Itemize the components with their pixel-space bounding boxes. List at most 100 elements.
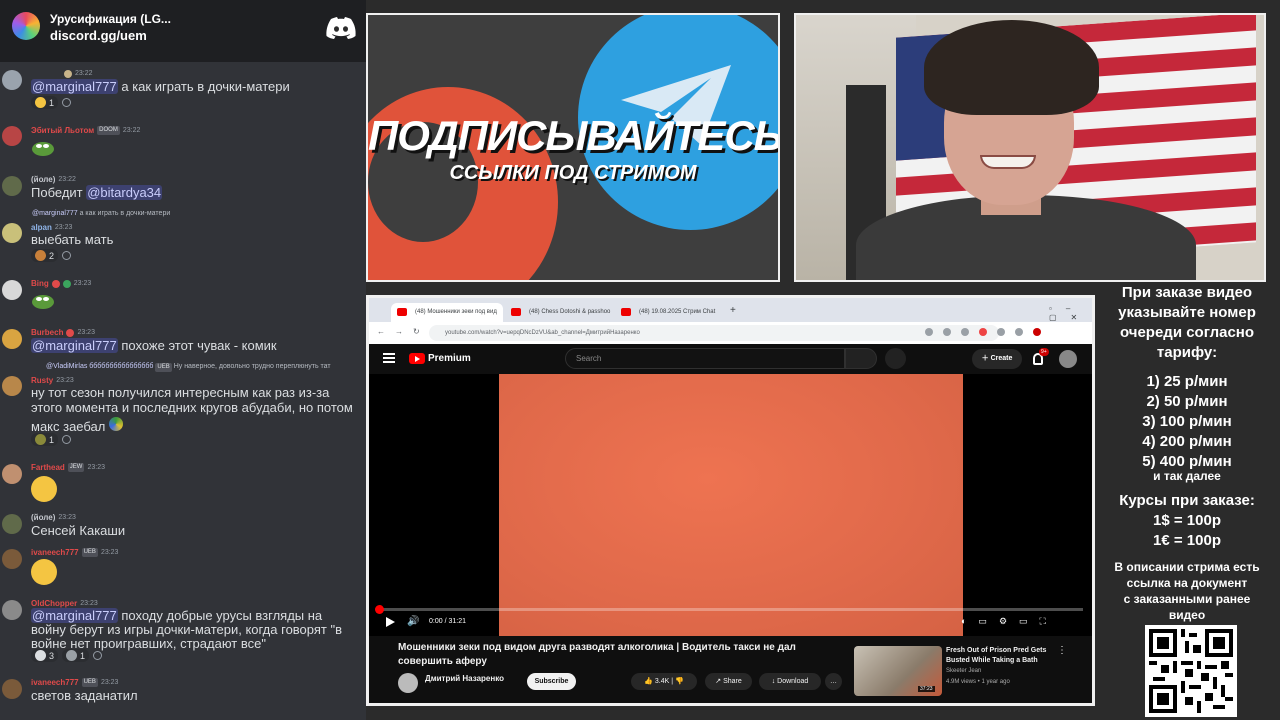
browser-window: (48) Мошенники зеки под вид (48) Chess D… [366,295,1095,706]
notification-count-badge: 9+ [1039,348,1049,356]
username[interactable]: Burbech [31,327,63,338]
message-meta: Farthead JEW 23:23 [31,462,105,473]
timestamp: 23:23 [58,514,76,521]
user-mention[interactable]: @bitardya34 [86,185,163,200]
player-controls-right[interactable]: ◐▭⚙▭⛶ [961,616,1058,627]
extension-icons[interactable] [925,328,1041,336]
user-avatar[interactable] [2,679,22,699]
user-avatar[interactable] [2,600,22,620]
share-button[interactable]: ↗ Share [705,673,752,690]
address-bar[interactable]: youtube.com/watch?v=uepqDNcDzVU&ab_chann… [429,325,999,341]
reaction[interactable]: 1 [31,433,59,446]
account-avatar[interactable] [1059,350,1077,368]
reply-preview[interactable]: @VladiMirlas бббббббббббббббб UEB Ну нав… [46,362,364,372]
add-reaction-icon[interactable] [62,251,72,260]
channel-avatar[interactable] [398,673,418,693]
nav-buttons[interactable]: ←→↻ [377,327,430,336]
user-avatar[interactable] [2,176,22,196]
user-avatar[interactable] [2,329,22,349]
youtube-favicon-icon [621,308,631,316]
role-icon [66,328,75,337]
recommended-video-channel[interactable]: Skeeter Jean [946,668,981,674]
create-button[interactable]: ＋ Create [972,349,1022,369]
username[interactable]: Farthead [31,462,65,473]
browser-tab[interactable]: (48) Chess Dotoshi & passhoo [505,303,613,322]
microphone-icon[interactable] [885,348,906,369]
reaction[interactable]: 2 [31,249,59,262]
more-actions-button[interactable]: … [825,673,842,690]
username[interactable]: (йоле) [31,512,55,523]
timestamp: 23:23 [87,464,105,471]
stream-layout: Урусификация (LG... discord.gg/uem 23:22… [0,0,1280,720]
username[interactable]: (йоле) [31,174,55,185]
download-button[interactable]: ↓ Download [759,673,821,690]
username[interactable]: Эбитый Льотом [31,125,94,136]
discord-chat-panel: Урусификация (LG... discord.gg/uem 23:22… [0,0,366,720]
search-icon[interactable] [845,348,877,369]
reaction-laugh[interactable]: 1 [31,96,59,109]
message-meta: Burbech 23:23 [31,327,95,338]
user-avatar[interactable] [2,376,22,396]
server-invite-link[interactable]: discord.gg/uem [50,28,147,43]
progress-scrubber[interactable] [375,605,384,614]
add-reaction-icon[interactable] [62,435,72,444]
username[interactable]: ivaneech777 [31,677,79,688]
browser-tab-active[interactable]: (48) Мошенники зеки под вид [391,303,503,322]
subscribe-button[interactable]: Subscribe [527,673,576,690]
recommended-video-title[interactable]: Fresh Out of Prison Pred Gets Busted Whi… [946,646,1056,666]
reaction-bar: 1 [31,96,72,109]
message-content: @marginal777 похоже этот чувак - комик [31,338,277,353]
new-tab-button[interactable]: + [730,305,736,316]
video-progress-bar[interactable] [377,608,1083,611]
username[interactable]: Bing [31,278,49,289]
video-player[interactable]: 🔊 0:00 / 31:21 ◐▭⚙▭⛶ [369,374,1092,636]
youtube-search-input[interactable]: Search [565,348,845,369]
add-reaction-icon[interactable] [62,98,72,107]
user-mention[interactable]: @marginal777 [31,338,118,353]
reaction-bar: 1 [31,433,72,446]
volume-icon[interactable]: 🔊 [407,616,419,627]
reaction-bar: 3 1 [31,649,103,662]
user-avatar[interactable] [2,514,22,534]
message-content: выебать мать [31,232,114,247]
add-reaction-icon[interactable] [93,651,103,660]
user-mention[interactable]: @marginal777 [31,79,118,94]
play-icon[interactable] [386,617,395,627]
message-content: Победит @bitardya34 [31,185,163,200]
user-avatar[interactable] [2,280,22,300]
like-button[interactable]: 👍 3.4K | 👎 [631,673,697,690]
youtube-logo-icon[interactable] [409,353,425,364]
browser-tab[interactable]: (48) 19.08.2025 Стрим Chat [615,303,723,322]
browser-toolbar: ←→↻ youtube.com/watch?v=uepqDNcDzVU&ab_c… [369,322,1092,344]
reaction-emoji-icon [35,250,46,261]
user-avatar[interactable] [2,70,22,90]
window-controls[interactable]: ▫–▢✕ [1049,304,1092,322]
timestamp: 23:22 [75,70,93,77]
reaction[interactable]: 3 [31,649,59,662]
more-options-icon[interactable]: ⋮ [1057,645,1067,656]
channel-name[interactable]: Дмитрий Назаренко [425,674,504,683]
pepe-sticker-icon [32,142,54,156]
streamer-webcam [794,13,1266,282]
user-avatar[interactable] [2,549,22,569]
username[interactable]: ivaneech777 [31,547,79,558]
message-text: похоже этот чувак - комик [117,338,277,353]
message-meta: (йоле) 23:23 [31,512,76,523]
message-content: @marginal777 а как играть в дочки-матери [31,79,290,94]
recommended-video-duration: 37:23 [918,686,935,692]
reaction[interactable]: 1 [62,649,90,662]
timestamp: 23:22 [122,127,141,134]
user-mention[interactable]: @marginal777 [31,608,118,623]
discord-server-header: Урусификация (LG... discord.gg/uem [0,0,366,62]
youtube-premium-label[interactable]: Premium [428,353,471,364]
video-title: Мошенники зеки под видом друга разводят … [398,642,796,667]
user-avatar[interactable] [2,126,22,146]
timestamp: 23:23 [100,549,119,556]
user-avatar[interactable] [2,464,22,484]
message-meta: Эбитый Льотом DOOM 23:22 [31,125,140,136]
user-avatar[interactable] [2,223,22,243]
globe-emoji-icon [108,417,123,431]
message-line: этого момента и последних кругов абудаби… [31,400,353,415]
reply-preview[interactable]: @marginal777 а как играть в дочки-матери [32,209,170,219]
menu-icon[interactable] [383,353,395,363]
